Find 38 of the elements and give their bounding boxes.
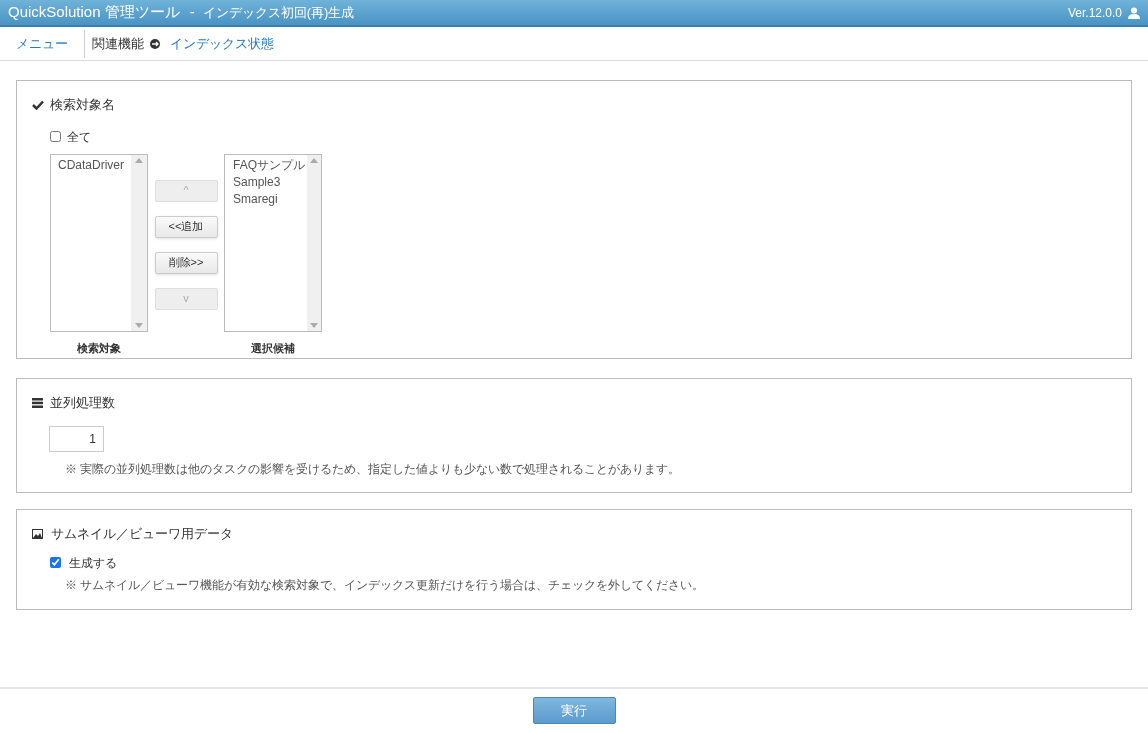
menu-link[interactable]: メニュー xyxy=(0,33,84,54)
arrow-circle-icon xyxy=(150,38,160,49)
scrollbar[interactable] xyxy=(131,154,147,331)
page-title: インデックス初回(再)生成 xyxy=(202,3,355,22)
note-text: ※ サムネイル／ビューワ機能が有効な検索対象で、インデックス更新だけを行う場合は、チェックを外してください。 xyxy=(65,576,706,594)
index-status-link[interactable]: インデックス状態 xyxy=(170,33,274,54)
scroll-down-icon[interactable] xyxy=(310,322,318,328)
list-option[interactable]: CDataDriver xyxy=(58,156,131,174)
checkbox-label: 全て xyxy=(67,128,91,146)
user-icon[interactable] xyxy=(1128,6,1140,19)
parallel-count-field[interactable]: 1 xyxy=(49,425,104,452)
list-option[interactable]: Smaregi xyxy=(233,190,307,208)
scroll-up-icon[interactable] xyxy=(135,157,143,163)
scroll-down-icon[interactable] xyxy=(135,322,143,328)
version-text: Ver.12.0.0 xyxy=(1067,4,1122,22)
server-icon xyxy=(32,397,43,408)
candidate-listbox[interactable]: FAQサンプル Sample3 Smaregi xyxy=(224,153,322,332)
list-label: 選択候補 xyxy=(251,340,295,356)
section-title: 検索対象名 xyxy=(50,96,115,114)
checkmark-icon xyxy=(32,99,44,110)
title-separator: - xyxy=(189,2,195,23)
list-label: 検索対象 xyxy=(77,340,121,356)
list-option[interactable]: Sample3 xyxy=(233,173,307,191)
list-option[interactable]: FAQサンプル xyxy=(233,156,307,174)
scrollbar[interactable] xyxy=(307,154,321,331)
all-checkbox[interactable] xyxy=(50,131,61,142)
section-title: 並列処理数 xyxy=(50,394,115,412)
related-label: 関連機能 xyxy=(92,34,144,53)
generate-checkbox[interactable] xyxy=(50,557,61,568)
list-move-button[interactable]: 削除>> xyxy=(154,251,218,274)
note-text: ※ 実際の並列処理数は他のタスクの影響を受けるため、指定した値よりも少ない数で処理されることがあります。 xyxy=(65,460,682,478)
image-icon xyxy=(32,528,43,539)
checkbox-label: 生成する xyxy=(69,554,117,572)
target-listbox[interactable]: CDataDriver xyxy=(50,153,148,332)
scroll-up-icon[interactable] xyxy=(310,157,318,163)
app-title: QuickSolution 管理ツール xyxy=(8,2,180,23)
section-title: サムネイル／ビューワ用データ xyxy=(51,525,233,543)
list-move-button[interactable]: <<追加 xyxy=(154,215,218,238)
